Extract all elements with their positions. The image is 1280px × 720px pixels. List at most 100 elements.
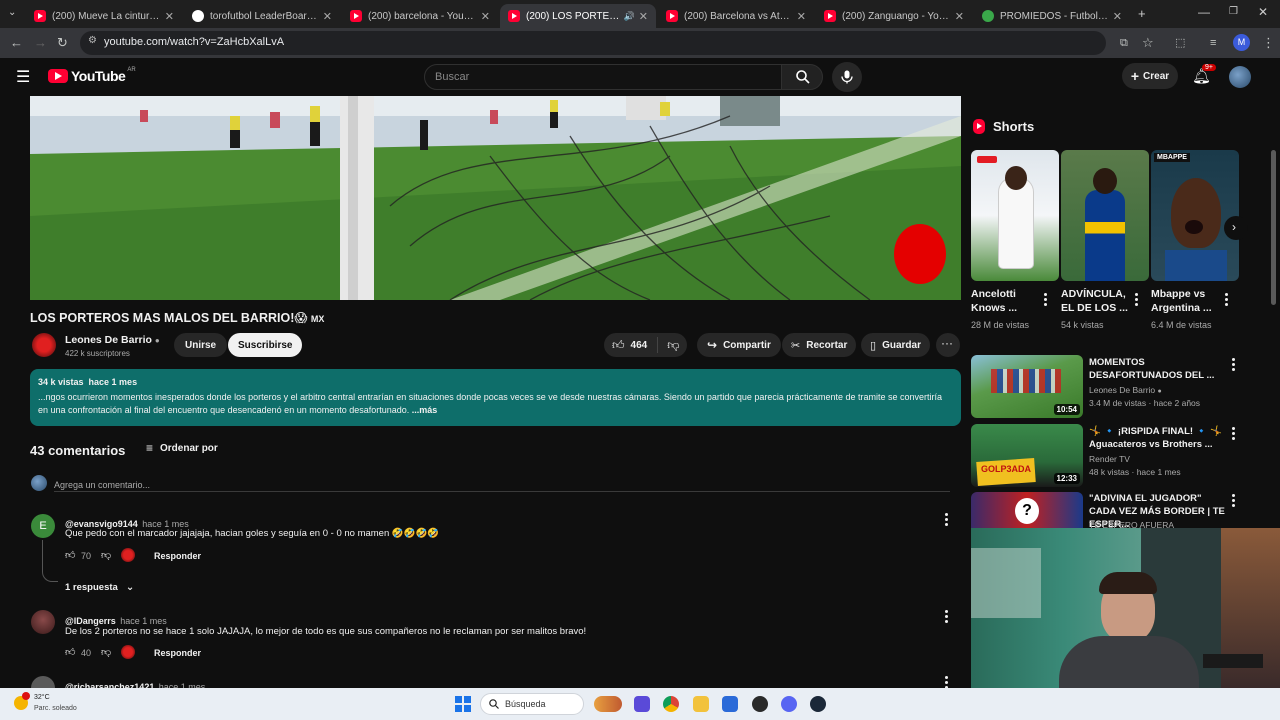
add-comment-input[interactable]: Agrega un comentario... [54, 475, 950, 492]
close-icon[interactable]: ✕ [955, 10, 964, 23]
short-menu-icon[interactable] [1225, 293, 1229, 308]
meet-icon[interactable] [634, 696, 650, 712]
browser-tab[interactable]: (200) Mueve La cintura mamas ✕ [26, 4, 182, 28]
save-button[interactable]: ▯ Guardar [861, 333, 930, 357]
file-explorer-icon[interactable] [693, 696, 709, 712]
steam-icon[interactable] [810, 696, 826, 712]
video-title[interactable]: 🤸 🔹 ¡RISPIDA FINAL! 🔹 🤸 Aguacateros vs B… [1089, 425, 1229, 451]
dislike-button[interactable]: 👎︎ [667, 338, 679, 353]
channel-name[interactable]: Render TV [1089, 454, 1130, 464]
more-actions-button[interactable]: ··· [936, 333, 960, 357]
clip-button[interactable]: ✂ Recortar [782, 333, 857, 357]
profile-avatar[interactable]: M [1233, 34, 1250, 51]
browser-tab[interactable]: torofutbol LeaderBoard | The b ✕ [184, 4, 340, 28]
replies-toggle[interactable]: 1 respuesta ⌄ [65, 582, 134, 593]
short-thumbnail[interactable] [1061, 150, 1149, 281]
close-icon[interactable]: ✕ [165, 10, 174, 23]
join-button[interactable]: Unirse [174, 333, 228, 357]
video-menu-icon[interactable] [1232, 358, 1236, 373]
short-views: 6.4 M de vistas [1151, 320, 1212, 330]
comment-menu-icon[interactable] [945, 513, 949, 528]
channel-name[interactable]: Leones De Barrio ● [1089, 385, 1162, 395]
close-icon[interactable]: ✕ [481, 10, 490, 23]
close-icon[interactable]: ✕ [639, 10, 648, 23]
browser-tab[interactable]: (200) Zanguango - YouTube ✕ [816, 4, 972, 28]
thumbs-up-icon[interactable]: 👍︎ [65, 646, 75, 658]
reply-button[interactable]: Responder [154, 551, 201, 561]
page-scrollbar[interactable] [1271, 150, 1276, 305]
video-menu-icon[interactable] [1232, 494, 1236, 509]
like-button[interactable]: 👍︎ 464 [604, 338, 647, 353]
new-tab-icon[interactable]: + [1138, 6, 1146, 21]
avatar[interactable] [31, 610, 55, 634]
browser-tab-active[interactable]: (200) LOS PORTEROS MAS 🔊 ✕ [500, 4, 656, 28]
search-button[interactable] [781, 64, 823, 90]
restore-icon[interactable]: ❐ [1229, 6, 1238, 17]
short-title[interactable]: Mbappe vs Argentina ... [1151, 287, 1221, 315]
start-button[interactable] [455, 696, 471, 712]
chrome-icon[interactable] [663, 696, 679, 712]
search-input[interactable]: Buscar [424, 64, 782, 90]
reload-icon[interactable]: ↻ [57, 34, 68, 52]
video-thumbnail[interactable]: 10:54 [971, 355, 1083, 418]
thumbs-down-icon[interactable]: 👎︎ [101, 646, 111, 658]
widgets-icon[interactable] [594, 696, 622, 712]
browser-tab[interactable]: (200) barcelona - YouTube ✕ [342, 4, 498, 28]
thumbs-down-icon[interactable]: 👎︎ [101, 549, 111, 561]
back-icon[interactable]: ← [10, 34, 23, 52]
video-thumbnail[interactable]: GOLP3ADA 12:33 [971, 424, 1083, 487]
short-menu-icon[interactable] [1044, 293, 1048, 308]
install-icon[interactable]: ⧉ [1120, 34, 1128, 52]
close-icon[interactable]: ✕ [1113, 10, 1122, 23]
browser-tab[interactable]: (200) Barcelona vs Athletic Bilb ✕ [658, 4, 814, 28]
short-thumbnail[interactable]: MBAPPE [1151, 150, 1239, 281]
description-box[interactable]: 34 k vistas hace 1 mes ...ngos ocurriero… [30, 369, 961, 426]
minimize-icon[interactable]: — [1198, 5, 1210, 19]
sort-button[interactable]: ≡ Ordenar por [146, 441, 218, 455]
comment-menu-icon[interactable] [945, 610, 949, 625]
address-bar[interactable]: ⚙ youtube.com/watch?v=ZaHcbXalLvA [80, 31, 1106, 55]
show-more-link[interactable]: ...más [412, 405, 438, 415]
video-menu-icon[interactable] [1232, 427, 1236, 442]
forward-icon[interactable]: → [34, 34, 47, 52]
discord-icon[interactable] [781, 696, 797, 712]
reading-list-icon[interactable]: ≡ [1210, 34, 1216, 52]
comment-author[interactable]: @lDangerrs [65, 616, 116, 626]
avatar[interactable]: E [31, 514, 55, 538]
short-thumbnail[interactable] [971, 150, 1059, 281]
menu-kebab-icon[interactable]: ⋮ [1262, 34, 1275, 52]
channel-avatar[interactable] [32, 333, 56, 357]
reply-button[interactable]: Responder [154, 648, 201, 658]
tab-search-icon[interactable]: ⌄ [8, 7, 16, 18]
store-icon[interactable] [722, 696, 738, 712]
close-window-icon[interactable]: ✕ [1258, 5, 1268, 19]
notifications-button[interactable]: 🔔︎ 9+ [1192, 64, 1216, 87]
obs-icon[interactable] [752, 696, 768, 712]
comment-time[interactable]: hace 1 mes [120, 616, 167, 626]
video-thumbnail[interactable]: ? [971, 492, 1083, 528]
hamburger-menu-icon[interactable]: ☰ [16, 67, 30, 87]
thumbs-up-icon[interactable]: 👍︎ [65, 549, 75, 561]
short-menu-icon[interactable] [1135, 293, 1139, 308]
extensions-icon[interactable]: ⬚ [1175, 34, 1185, 52]
taskbar-search[interactable]: Búsqueda [480, 693, 584, 715]
channel-name[interactable]: Leones De Barrio ● [65, 334, 160, 346]
short-title[interactable]: Ancelotti Knows ... [971, 287, 1041, 315]
speaker-icon[interactable]: 🔊 [624, 11, 635, 22]
video-player[interactable] [30, 96, 961, 300]
close-icon[interactable]: ✕ [323, 10, 332, 23]
shorts-next-button[interactable]: › [1224, 216, 1248, 240]
weather-widget[interactable]: 32°C Parc. soleado [14, 692, 104, 716]
voice-search-button[interactable] [832, 62, 862, 92]
close-icon[interactable]: ✕ [797, 10, 806, 23]
account-avatar[interactable] [1229, 66, 1251, 88]
create-button[interactable]: + Crear [1122, 63, 1178, 89]
short-title[interactable]: ADVÍNCULA, EL DE LOS ... [1061, 287, 1131, 315]
subscribe-button[interactable]: Suscribirse [228, 333, 303, 357]
video-title[interactable]: MOMENTOS DESAFORTUNADOS DEL ... [1089, 356, 1229, 382]
browser-tab[interactable]: PROMIEDOS - Futbol Argentin ✕ [974, 4, 1130, 28]
bookmark-star-icon[interactable]: ☆ [1142, 34, 1154, 52]
share-button[interactable]: ↪ Compartir [697, 333, 781, 357]
youtube-logo[interactable]: YouTube AR [48, 67, 136, 84]
site-info-icon[interactable]: ⚙ [88, 35, 97, 46]
